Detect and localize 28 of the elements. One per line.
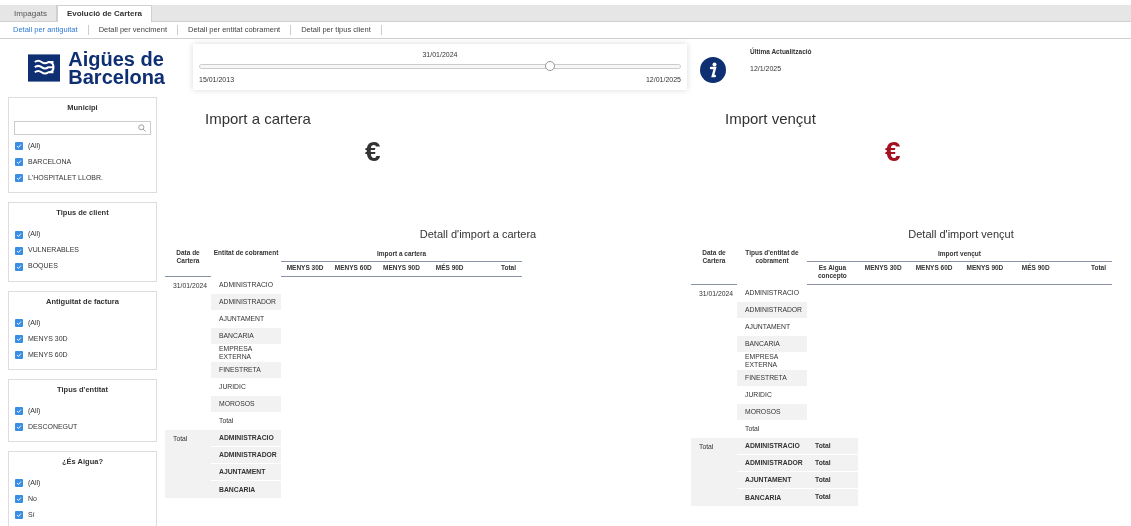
checkbox[interactable] xyxy=(15,511,23,520)
checkbox[interactable] xyxy=(15,350,23,359)
slider-handle[interactable] xyxy=(545,60,556,71)
checkbox[interactable] xyxy=(15,174,23,183)
checkbox[interactable] xyxy=(15,158,23,167)
tab[interactable]: Evolució de Cartera xyxy=(56,5,153,22)
checkbox[interactable] xyxy=(15,246,23,255)
checkbox[interactable] xyxy=(15,142,23,151)
kpi-title: Import a cartera xyxy=(205,109,312,129)
info-icon[interactable] xyxy=(700,57,726,83)
checkbox[interactable] xyxy=(15,230,23,239)
checkbox[interactable] xyxy=(15,495,23,504)
search-field[interactable] xyxy=(14,121,151,136)
checkbox[interactable] xyxy=(15,479,23,488)
logo-icon xyxy=(28,52,61,84)
table-title: Detall d'import a cartera xyxy=(418,227,537,242)
table-title: Detall d'import vençut xyxy=(907,227,1014,242)
checkbox[interactable] xyxy=(15,423,23,431)
logo-text: Aigües de Barcelona xyxy=(68,50,165,86)
search-icon xyxy=(138,124,146,133)
kpi-title: Import vençut xyxy=(725,109,817,129)
checkbox[interactable] xyxy=(15,262,23,271)
tab[interactable]: Impagats xyxy=(5,5,57,22)
euro-symbol: € xyxy=(365,136,381,167)
euro-symbol: € xyxy=(885,136,901,167)
checkbox[interactable] xyxy=(15,407,23,415)
checkbox[interactable] xyxy=(15,318,23,327)
checkbox[interactable] xyxy=(15,334,23,343)
